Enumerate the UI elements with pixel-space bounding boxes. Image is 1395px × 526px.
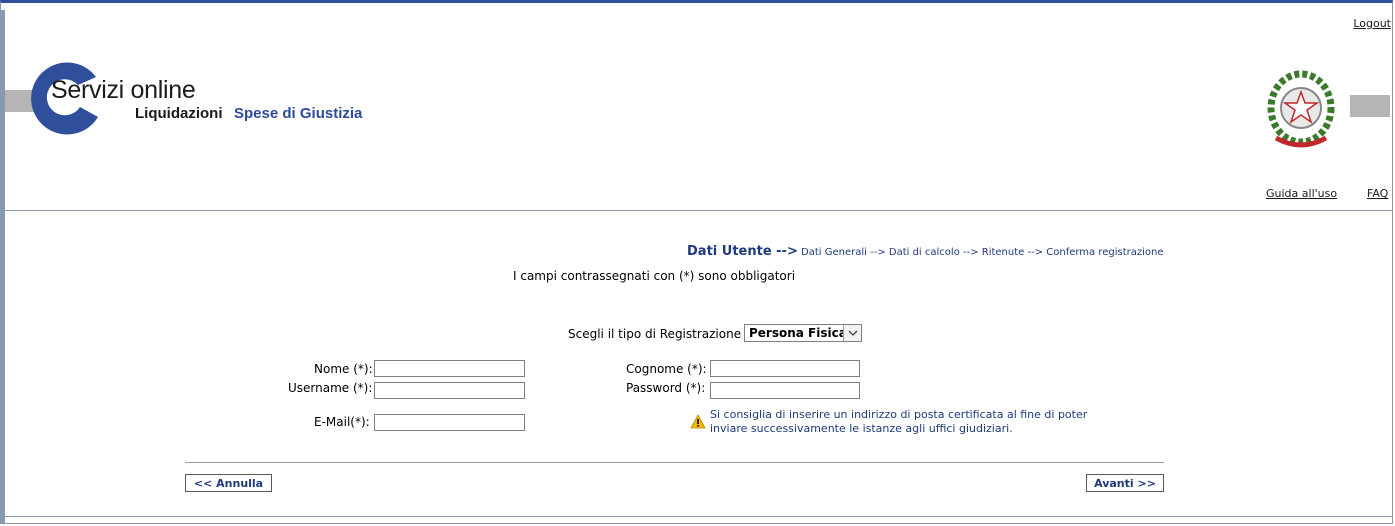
logo-bar-right	[1350, 95, 1390, 117]
logout-link[interactable]: Logout	[1353, 17, 1391, 30]
pec-warning-line2: inviare successivamente le istanze agli …	[710, 422, 1013, 435]
logo-title: Servizi online	[51, 76, 196, 104]
registration-type-select[interactable]: Persona Fisica	[744, 324, 862, 342]
pec-warning-text: Si consiglia di inserire un indirizzo di…	[710, 408, 1087, 436]
step-current: Dati Utente -->	[687, 244, 798, 259]
form-divider	[185, 462, 1164, 463]
chevron-down-icon[interactable]	[843, 325, 861, 341]
repubblica-emblem-icon	[1267, 70, 1335, 148]
password-input[interactable]	[710, 382, 860, 399]
logo-subtitle-spese: Spese di Giustizia	[234, 105, 363, 122]
email-input[interactable]	[374, 414, 525, 431]
password-label: Password (*):	[626, 381, 706, 395]
logo-subtitle-liquidazioni: Liquidazioni	[135, 105, 223, 122]
cognome-input[interactable]	[710, 360, 860, 377]
username-label: Username (*):	[288, 381, 373, 395]
header-divider	[5, 210, 1393, 211]
registration-type-value: Persona Fisica	[749, 326, 847, 340]
pec-warning-line1: Si consiglia di inserire un indirizzo di…	[710, 408, 1088, 421]
email-label: E-Mail(*):	[314, 415, 370, 429]
guida-link[interactable]: Guida all'uso	[1266, 187, 1337, 200]
faq-link[interactable]: FAQ	[1367, 187, 1388, 200]
username-input[interactable]	[374, 382, 525, 399]
registration-type-label: Scegli il tipo di Registrazione	[568, 327, 742, 341]
step-rest: Dati Generali --> Dati di calcolo --> Ri…	[801, 247, 1164, 258]
nome-label: Nome (*):	[314, 362, 373, 376]
annulla-button[interactable]: << Annulla	[185, 474, 272, 492]
mandatory-note: I campi contrassegnati con (*) sono obbl…	[513, 269, 796, 283]
avanti-button[interactable]: Avanti >>	[1086, 474, 1164, 492]
nome-input[interactable]	[374, 360, 525, 377]
warning-icon	[690, 414, 706, 429]
cognome-label: Cognome (*):	[626, 362, 707, 376]
footer-divider	[5, 516, 1393, 517]
registration-steps-breadcrumb: Dati Utente --> Dati Generali --> Dati d…	[687, 244, 1164, 259]
